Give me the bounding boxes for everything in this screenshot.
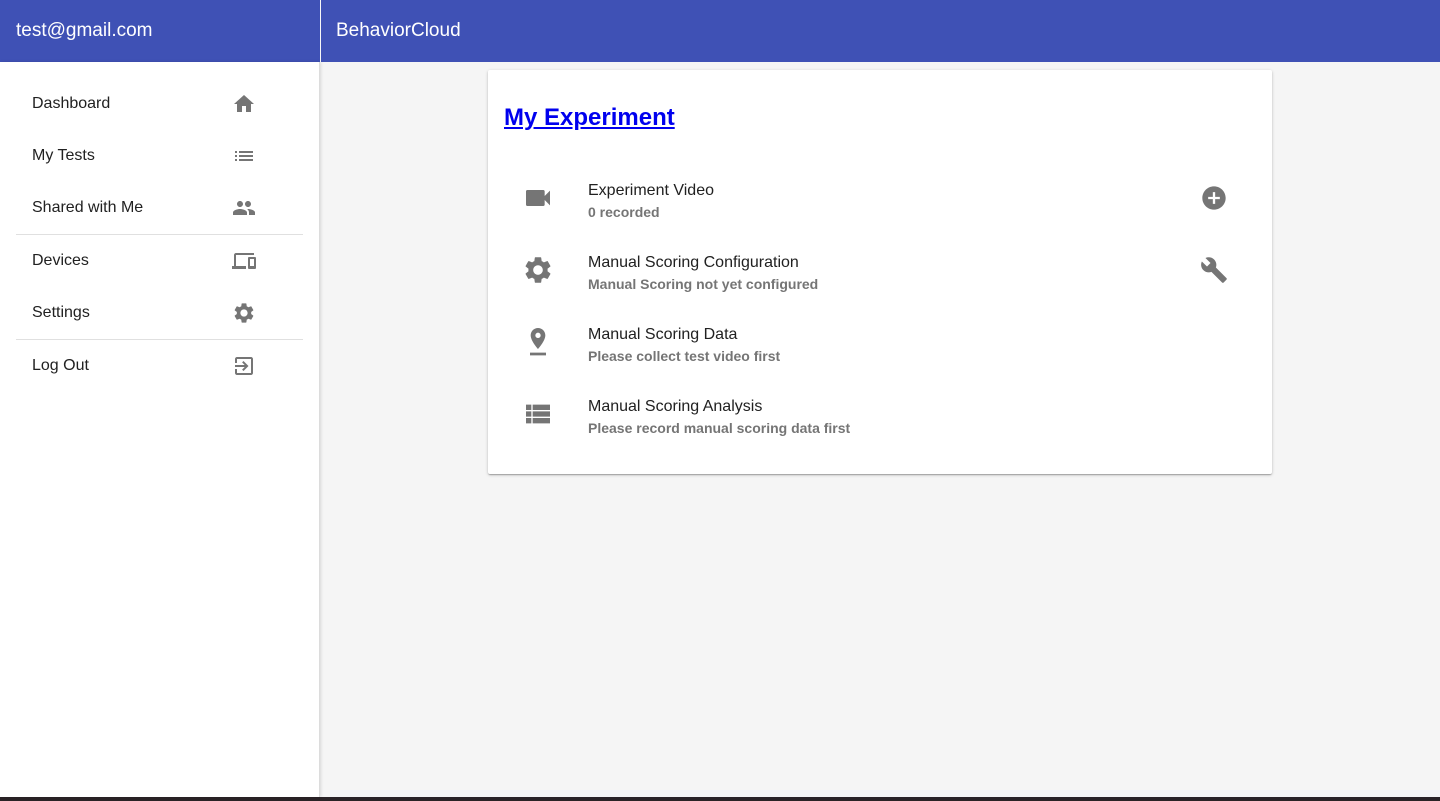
list-item-secondary: Please record manual scoring data first [588,420,851,436]
nav-group-devices: Devices Settings [0,235,319,339]
list-view-icon [522,398,554,430]
sidebar-item-label: My Tests [32,147,95,164]
sidebar-item-log-out[interactable]: Log Out [16,340,303,392]
sidebar: Dashboard My Tests Shared with Me Device… [0,62,320,797]
sidebar-item-devices[interactable]: Devices [16,235,303,287]
app-title: BehaviorCloud [321,0,1440,62]
sidebar-item-shared-with-me[interactable]: Shared with Me [16,182,303,234]
list-item-manual-scoring-data[interactable]: Manual Scoring Data Please collect test … [488,306,1272,378]
add-circle-icon[interactable] [1200,184,1228,212]
list-item-primary: Manual Scoring Configuration [588,254,799,271]
list-item-primary: Manual Scoring Analysis [588,398,763,415]
experiment-title-link[interactable]: My Experiment [504,104,675,132]
sidebar-item-label: Log Out [32,357,89,374]
pin-icon [522,326,554,358]
experiment-card: My Experiment Experiment Video 0 recorde… [488,70,1272,474]
user-email: test@gmail.com [0,0,320,62]
nav-group-logout: Log Out [0,340,319,392]
list-item-manual-scoring-configuration[interactable]: Manual Scoring Configuration Manual Scor… [488,234,1272,306]
list-icon [232,144,256,168]
list-item-secondary: 0 recorded [588,204,660,220]
list-item-secondary: Manual Scoring not yet configured [588,276,819,292]
sidebar-item-label: Settings [32,304,90,321]
list-item-manual-scoring-analysis[interactable]: Manual Scoring Analysis Please record ma… [488,378,1272,450]
people-icon [232,196,256,220]
sidebar-item-label: Devices [32,252,89,269]
list-item-primary: Manual Scoring Data [588,326,738,343]
videocam-icon [522,182,554,214]
home-icon [232,92,256,116]
sidebar-item-label: Dashboard [32,95,111,112]
gear-icon [522,254,554,286]
sidebar-item-my-tests[interactable]: My Tests [16,130,303,182]
wrench-icon[interactable] [1200,256,1228,284]
nav-group-main: Dashboard My Tests Shared with Me [0,62,319,234]
logout-icon [232,354,256,378]
list-item-experiment-video[interactable]: Experiment Video 0 recorded [488,162,1272,234]
app-root: test@gmail.com BehaviorCloud Dashboard M… [0,0,1440,797]
sidebar-item-dashboard[interactable]: Dashboard [16,78,303,130]
sidebar-item-settings[interactable]: Settings [16,287,303,339]
list-item-primary: Experiment Video [588,182,714,199]
devices-icon [232,249,256,273]
list-item-secondary: Please collect test video first [588,348,781,364]
gear-icon [232,301,256,325]
sidebar-item-label: Shared with Me [32,199,144,216]
